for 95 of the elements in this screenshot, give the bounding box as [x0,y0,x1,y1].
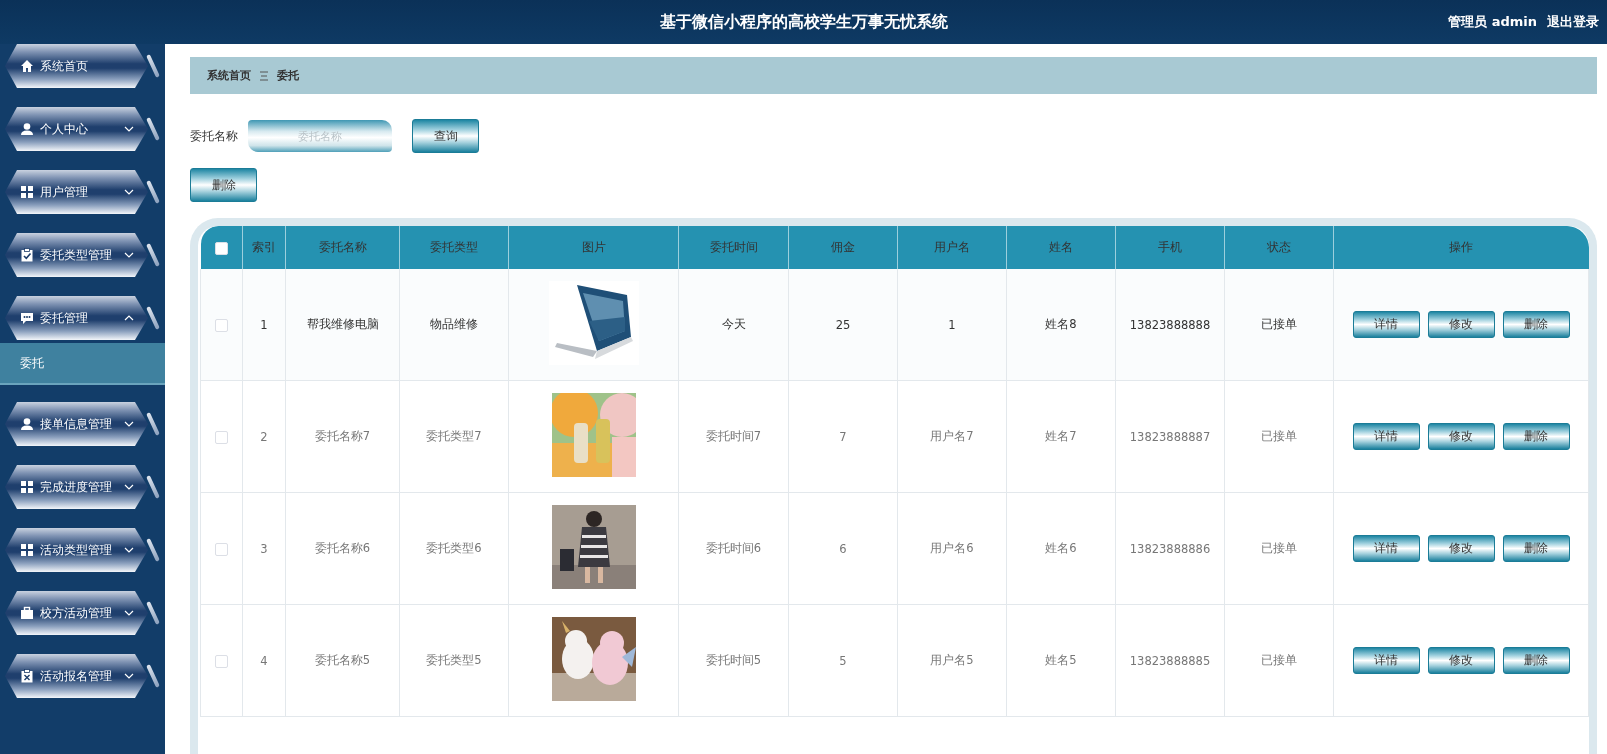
table-cell: 委托类型6 [426,541,482,555]
column-header: 委托类型 [430,240,478,254]
table-cell: 13823888885 [1129,653,1211,668]
table-cell: 姓名5 [1045,653,1077,667]
search-label: 委托名称 [190,128,238,144]
grid-icon [20,185,34,199]
column-header: 索引 [252,240,276,254]
column-header: 状态 [1267,240,1291,254]
table-cell: 姓名8 [1045,317,1077,331]
submenu-item[interactable]: 委托 [0,343,165,385]
table-cell: 13823888887 [1129,429,1211,444]
table-cell: 已接单 [1261,541,1297,555]
menu-item[interactable]: 委托管理 [5,296,148,340]
menu-item[interactable]: 完成进度管理 [5,465,148,509]
home-icon [20,59,34,73]
edit-button[interactable]: 修改 [1427,647,1495,674]
table-cell: 委托名称6 [314,541,371,555]
table-cell: 已接单 [1261,317,1297,331]
table-cell: 用户名5 [930,653,974,667]
select-all-checkbox[interactable] [214,241,228,255]
column-header: 委托时间 [709,240,758,254]
table-cell: 7 [839,429,847,444]
delete-button[interactable]: 删除 [1502,423,1570,450]
column-header: 操作 [1449,240,1474,254]
delete-button[interactable]: 删除 [1502,311,1570,338]
table-cell: 帮我维修电脑 [306,317,379,331]
delete-button[interactable]: 删除 [190,168,257,202]
edit-button[interactable]: 修改 [1427,311,1495,338]
table-cell: 13823888888 [1129,317,1211,332]
table-cell: 已接单 [1261,429,1297,443]
table-cell: 今天 [721,317,746,331]
menu-item[interactable]: 系统首页 [5,44,148,88]
column-header: 图片 [581,240,606,254]
table-cell: 13823888886 [1129,541,1211,556]
column-header: 用户名 [934,240,970,254]
table-cell: 委托时间6 [705,541,762,555]
table-cell: 用户名6 [930,541,974,555]
delete-button[interactable]: 删除 [1502,535,1570,562]
admin-label: 管理员 admin [1448,13,1537,31]
table-cell: 6 [839,541,847,556]
search-field[interactable]: 委托名称 [248,120,392,152]
search-button[interactable]: 查询 [412,119,479,153]
edit-button[interactable]: 修改 [1427,535,1495,562]
table-cell: 已接单 [1261,653,1297,667]
table-cell: 1 [260,317,268,332]
separator-icon [259,69,269,82]
briefcase-icon [20,606,34,620]
app-title: 基于微信小程序的高校学生万事无忧系统 [659,11,948,33]
menu-item[interactable]: 校方活动管理 [5,591,148,635]
row-checkbox[interactable] [215,318,228,332]
table-cell: 委托类型7 [426,429,482,443]
table-cell: 委托时间7 [705,429,762,443]
user-icon [20,417,34,431]
user-icon [20,122,34,136]
table-cell: 委托名称5 [314,653,371,667]
details-button[interactable]: 详情 [1352,647,1420,674]
menu-item[interactable]: 接单信息管理 [5,402,148,446]
table-cell: 5 [839,653,847,668]
breadcrumb-link[interactable]: 委托 [277,68,299,83]
menu-item[interactable]: 活动类型管理 [5,528,148,572]
clipboard-x-icon [20,669,34,683]
table-cell: 委托时间5 [705,653,762,667]
grid-icon [20,543,34,557]
details-button[interactable]: 详情 [1352,535,1420,562]
chat-icon [20,311,34,325]
table-cell: 委托名称7 [314,429,371,443]
row-checkbox[interactable] [215,430,228,444]
delete-button[interactable]: 删除 [1502,647,1570,674]
menu-item[interactable]: 委托类型管理 [5,233,148,277]
table-cell: 委托类型5 [426,653,482,667]
table-cell: 25 [835,317,851,332]
menu-item[interactable]: 用户管理 [5,170,148,214]
column-header: 姓名 [1049,240,1073,254]
column-header: 佣金 [831,240,855,254]
table-cell: 2 [260,429,268,444]
table-cell: 物品维修 [430,317,478,331]
grid-icon [20,480,34,494]
table-cell: 1 [948,317,956,332]
logout-link[interactable]: 退出登录 [1547,13,1599,31]
breadcrumb-link[interactable]: 系统首页 [207,68,251,83]
details-button[interactable]: 详情 [1352,311,1420,338]
table-cell: 姓名6 [1045,541,1077,555]
table-cell: 用户名7 [930,429,974,443]
table-cell: 姓名7 [1045,429,1077,443]
edit-button[interactable]: 修改 [1427,423,1495,450]
menu-item[interactable]: 个人中心 [5,107,148,151]
clipboard-check-icon [20,248,34,262]
details-button[interactable]: 详情 [1352,423,1420,450]
row-checkbox[interactable] [215,654,228,668]
table-cell: 3 [260,541,268,556]
row-checkbox[interactable] [215,542,228,556]
column-header: 委托名称 [318,240,367,254]
column-header: 手机 [1158,240,1182,254]
menu-item[interactable]: 活动报名管理 [5,654,148,698]
table-cell: 4 [260,653,268,668]
